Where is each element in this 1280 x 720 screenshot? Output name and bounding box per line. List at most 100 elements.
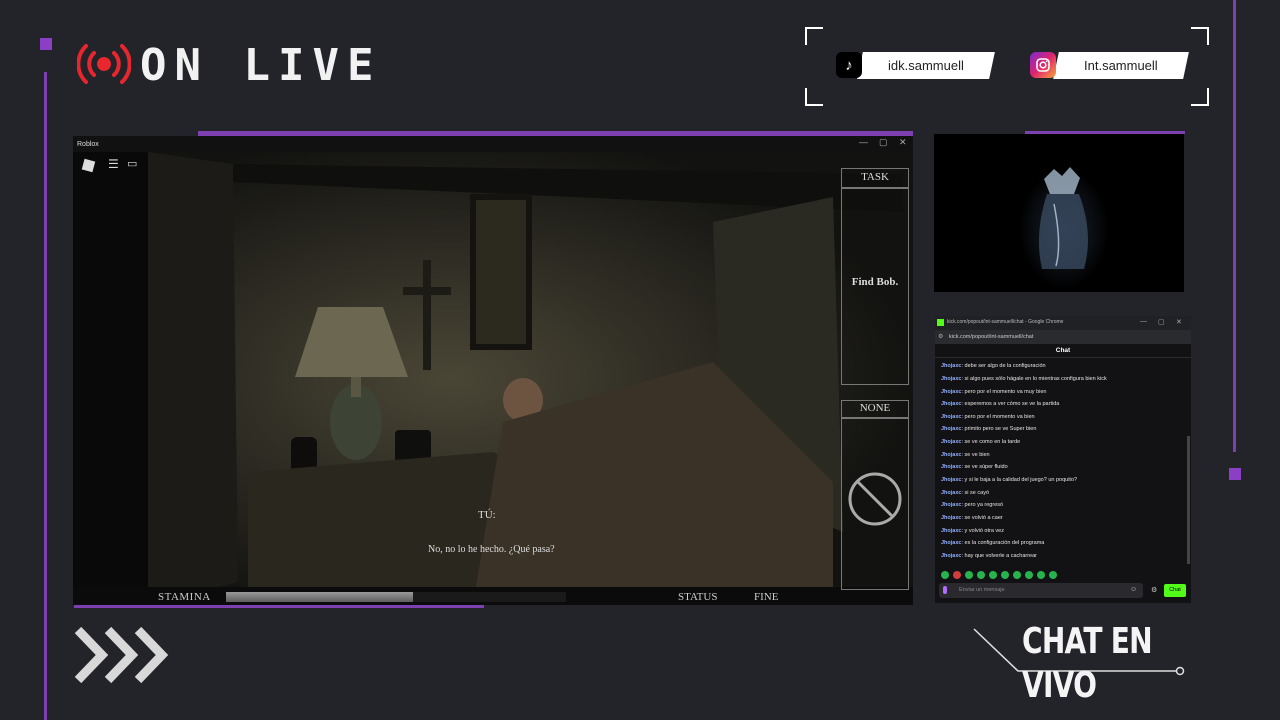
menu-icon[interactable]: ☰ <box>108 157 119 171</box>
chat-message: Jhojaxc: primito pero se ve Super bien <box>941 426 1037 432</box>
chat-username[interactable]: Jhojaxc <box>941 540 961 546</box>
stamina-bar-fill <box>226 592 413 602</box>
address-bar[interactable]: ⚙ kick.com/popout/int-sammuell/chat <box>935 330 1191 344</box>
bracket-corner <box>805 88 823 106</box>
emote-icon[interactable] <box>1037 571 1045 579</box>
kick-favicon <box>937 319 944 326</box>
chat-divider <box>935 357 1191 358</box>
chat-message-text: si se cayó <box>964 490 990 496</box>
chat-username[interactable]: Jhojaxc <box>941 490 961 496</box>
chat-message-text: esperemos a ver cómo se ve la partida <box>964 401 1060 407</box>
chat-message: Jhojaxc: esperemos a ver cómo se ve la p… <box>941 401 1060 407</box>
tiktok-icon: ♪ <box>836 52 862 78</box>
emote-icon[interactable] <box>989 571 997 579</box>
chat-settings-icon[interactable]: ⚙ <box>1151 586 1157 594</box>
chat-message: Jhojaxc: pero ya regresó <box>941 502 1004 508</box>
left-accent-square <box>40 38 52 50</box>
chat-message-text: se ve bien <box>964 452 990 458</box>
chat-send-button[interactable]: Chat <box>1164 584 1186 597</box>
chat-username[interactable]: Jhojaxc <box>941 414 961 420</box>
bracket-corner <box>1191 27 1209 45</box>
browser-close-button[interactable]: ✕ <box>1176 318 1182 326</box>
microphone-icon[interactable] <box>943 586 947 594</box>
chat-username[interactable]: Jhojaxc <box>941 502 961 508</box>
right-accent-line <box>1233 0 1236 452</box>
chat-username[interactable]: Jhojaxc <box>941 363 961 369</box>
chat-username[interactable]: Jhojaxc <box>941 376 961 382</box>
emote-icon[interactable] <box>977 571 985 579</box>
no-item-icon <box>848 472 902 526</box>
browser-maximize-button[interactable]: ▢ <box>1158 318 1165 326</box>
task-text: Find Bob. <box>851 276 899 288</box>
chevron-arrows-icon <box>74 626 169 684</box>
roblox-game-window[interactable]: Roblox — ▢ ✕ ☰ ▭ TASK Find Bob. NONE TÚ:… <box>73 136 913 605</box>
chat-message: Jhojaxc: se ve bien <box>941 452 990 458</box>
chat-message-text: si algo pues sólo hágale en lo mientras … <box>964 376 1107 382</box>
kick-chat-window[interactable]: kick.com/popout/int-sammuell/chat - Goog… <box>935 316 1191 603</box>
item-header: NONE <box>859 402 891 414</box>
chat-message: Jhojaxc: es la configuración del program… <box>941 540 1045 546</box>
game-scene[interactable]: ☰ ▭ TASK Find Bob. NONE TÚ: No, no lo he… <box>73 152 913 605</box>
chat-username[interactable]: Jhojaxc <box>941 439 961 445</box>
chat-message: Jhojaxc: debe ser algo de la configuraci… <box>941 363 1046 369</box>
emote-icon[interactable] <box>1025 571 1033 579</box>
chat-message-text: es la configuración del programa <box>964 540 1045 546</box>
chat-message-text: y volvió otra vez <box>964 528 1004 534</box>
chat-username[interactable]: Jhojaxc <box>941 553 961 559</box>
instagram-icon <box>1030 52 1056 78</box>
chat-username[interactable]: Jhojaxc <box>941 426 961 432</box>
chat-message-text: debe ser algo de la configuración <box>964 363 1046 369</box>
game-bottom-accent-line <box>74 605 484 608</box>
bracket-corner <box>1191 88 1209 106</box>
task-header: TASK <box>861 171 889 183</box>
chat-message: Jhojaxc: hay que volverle a cacharrear <box>941 553 1038 559</box>
dialogue-text: No, no lo he hecho. ¿Qué pasa? <box>428 544 555 555</box>
chat-message: Jhojaxc: se volvió a caer <box>941 515 1003 521</box>
chat-username[interactable]: Jhojaxc <box>941 515 961 521</box>
chat-scrollbar[interactable] <box>1187 436 1190 564</box>
browser-minimize-button[interactable]: — <box>1140 318 1147 325</box>
site-info-icon[interactable]: ⚙ <box>938 333 943 340</box>
bedroom-scene-image <box>73 152 913 605</box>
chat-input-placeholder: Enviar un mensaje <box>959 587 1005 593</box>
status-value: FINE <box>754 591 779 603</box>
chat-message: Jhojaxc: si algo pues sólo hágale en lo … <box>941 376 1107 382</box>
emote-icon[interactable] <box>1001 571 1009 579</box>
webcam-overlay <box>934 134 1184 292</box>
left-accent-line <box>44 72 47 720</box>
chat-message-text: hay que volverle a cacharrear <box>964 553 1038 559</box>
chat-username[interactable]: Jhojaxc <box>941 464 961 470</box>
chat-message-text: se ve como en la tarde <box>964 439 1021 445</box>
chat-username[interactable]: Jhojaxc <box>941 389 961 395</box>
game-window-title: Roblox <box>77 140 99 148</box>
minimize-button[interactable]: — <box>859 137 868 147</box>
chat-username[interactable]: Jhojaxc <box>941 477 961 483</box>
chat-input[interactable]: Enviar un mensaje ☺ <box>939 583 1143 598</box>
streamer-avatar-image <box>1019 167 1109 289</box>
chat-username[interactable]: Jhojaxc <box>941 528 961 534</box>
right-accent-square <box>1229 468 1241 480</box>
emote-icon[interactable] <box>1013 571 1021 579</box>
maximize-button[interactable]: ▢ <box>879 137 888 148</box>
chat-username[interactable]: Jhojaxc <box>941 401 961 407</box>
stamina-bar-track <box>226 592 566 602</box>
chat-en-vivo-label: CHAT EN VIVO <box>1022 621 1153 706</box>
emote-icon[interactable] <box>941 571 949 579</box>
bracket-corner <box>805 27 823 45</box>
close-button[interactable]: ✕ <box>899 137 907 148</box>
chat-username[interactable]: Jhojaxc <box>941 452 961 458</box>
emoji-icon[interactable]: ☺ <box>1130 586 1137 593</box>
emote-icon[interactable] <box>953 571 961 579</box>
chat-message: Jhojaxc: pero por el momento va muy bien <box>941 389 1047 395</box>
instagram-handle-badge[interactable]: Int.sammuell <box>1053 52 1189 79</box>
emote-icon[interactable] <box>1049 571 1057 579</box>
tiktok-handle-badge[interactable]: idk.sammuell <box>857 52 995 79</box>
dialogue-speaker: TÚ: <box>478 509 496 521</box>
browser-titlebar: kick.com/popout/int-sammuell/chat - Goog… <box>935 316 1191 330</box>
emote-icon[interactable] <box>965 571 973 579</box>
live-broadcast-icon <box>77 44 131 84</box>
chat-bubble-icon[interactable]: ▭ <box>127 157 137 170</box>
chat-message-list[interactable]: Jhojaxc: debe ser algo de la configuraci… <box>935 360 1191 565</box>
chat-message-text: se volvió a caer <box>964 515 1003 521</box>
chat-message: Jhojaxc: pero por el momento va bien <box>941 414 1035 420</box>
